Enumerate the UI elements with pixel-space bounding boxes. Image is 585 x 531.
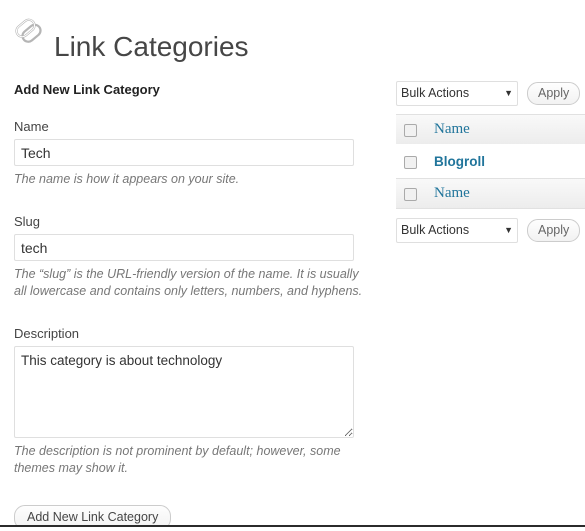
tablenav-bottom: Bulk Actions ▼ Apply (396, 217, 585, 243)
table-body: Blogroll (396, 144, 585, 179)
chevron-down-icon: ▼ (504, 87, 513, 98)
row-checkbox-cell (396, 144, 434, 179)
sort-by-name-link-bottom[interactable]: Name (434, 185, 470, 201)
sort-by-name-link-top[interactable]: Name (434, 121, 470, 137)
description-field-group: Description The description is not promi… (14, 326, 374, 477)
slug-input[interactable] (14, 234, 354, 261)
name-label: Name (14, 119, 49, 134)
select-all-checkbox-bottom[interactable] (404, 188, 417, 202)
link-categories-table: Name Blogroll Name (396, 114, 585, 209)
description-label: Description (14, 326, 80, 341)
bulk-actions-selected-bottom: Bulk Actions (401, 222, 470, 237)
apply-button-top[interactable]: Apply (527, 81, 581, 105)
name-help-text: The name is how it appears on your site. (14, 172, 240, 186)
name-column-footer-cell: Name (434, 178, 585, 209)
table-header-row: Name (396, 114, 585, 145)
bulk-actions-select-bottom[interactable]: Bulk Actions ▼ (396, 217, 518, 243)
table-head: Name (396, 114, 585, 145)
name-column-header-cell: Name (434, 115, 585, 145)
name-field-group: Name The name is how it appears on your … (14, 119, 374, 188)
add-link-category-form: Add New Link Category Name The name is h… (14, 82, 374, 530)
description-help-text: The description is not prominent by defa… (14, 444, 341, 475)
link-categories-list: Bulk Actions ▼ Apply Name Blogroll Name … (396, 80, 585, 243)
category-name-link[interactable]: Blogroll (434, 154, 485, 169)
slug-help-text: The “slug” is the URL-friendly version o… (14, 267, 363, 298)
chevron-down-icon-bottom: ▼ (504, 224, 513, 235)
table-row[interactable]: Blogroll (396, 144, 585, 179)
row-name-cell: Blogroll (434, 144, 585, 179)
chain-link-icon (8, 10, 48, 50)
select-all-footer-cell (396, 178, 434, 209)
bulk-actions-selected-top: Bulk Actions (401, 85, 470, 100)
bulk-actions-select-top[interactable]: Bulk Actions ▼ (396, 80, 518, 106)
description-textarea[interactable] (14, 346, 354, 438)
page-bottom-edge (0, 525, 585, 531)
table-foot: Name (396, 178, 585, 209)
apply-button-bottom[interactable]: Apply (527, 218, 581, 242)
row-select-checkbox[interactable] (404, 155, 417, 169)
page-header: Link Categories (8, 8, 368, 62)
slug-field-group: Slug The “slug” is the URL-friendly vers… (14, 214, 374, 300)
select-all-checkbox-top[interactable] (404, 124, 417, 138)
name-input[interactable] (14, 139, 354, 166)
tablenav-top: Bulk Actions ▼ Apply (396, 80, 585, 106)
select-all-header-cell (396, 115, 434, 145)
page-title: Link Categories (54, 30, 249, 62)
form-subtitle: Add New Link Category (14, 82, 160, 97)
table-footer-row: Name (396, 178, 585, 209)
slug-label: Slug (14, 214, 41, 229)
